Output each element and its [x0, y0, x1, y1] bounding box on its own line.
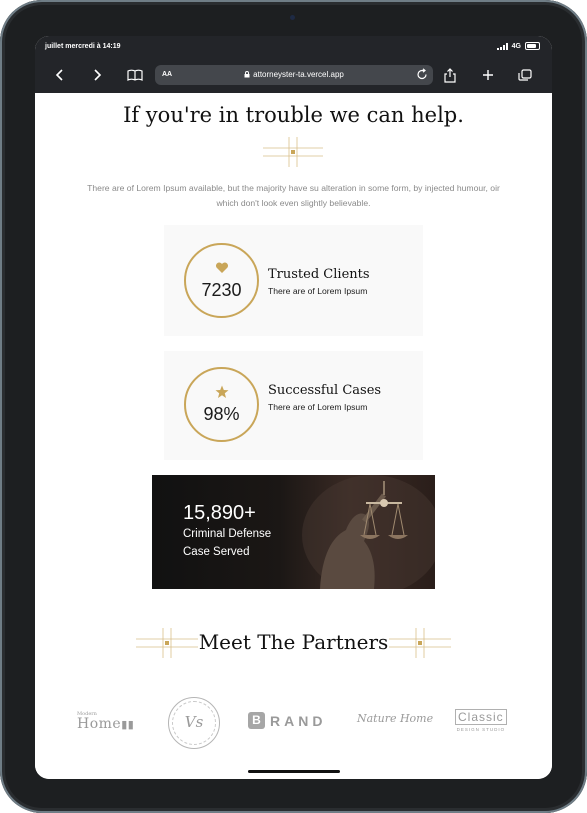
tabs-icon[interactable]: [516, 66, 534, 84]
banner-line1: Criminal Defense: [183, 528, 272, 540]
stat-circle: 7230: [184, 243, 259, 318]
back-icon[interactable]: [51, 66, 69, 84]
forward-icon[interactable]: [88, 66, 106, 84]
criminal-defense-banner: 15,890+ Criminal Defense Case Served: [152, 475, 435, 589]
status-indicators: 4G: [496, 42, 540, 50]
logo-main-text: Classic: [455, 709, 507, 725]
stat-subtitle: There are of Lorem Ipsum: [268, 286, 368, 296]
partner-logo-brand[interactable]: B RAND: [248, 712, 326, 729]
screen: juillet mercredi à 14:19 4G AA attorneys…: [35, 36, 552, 779]
share-icon[interactable]: [441, 66, 459, 84]
network-type: 4G: [511, 42, 521, 50]
logo-main-text: Home▮▮: [77, 716, 135, 732]
stat-title: Successful Cases: [268, 383, 382, 398]
section-heading: If you're in trouble we can help.: [123, 103, 464, 127]
logo-main-text: Vs: [184, 713, 204, 731]
status-bar: juillet mercredi à 14:19 4G: [35, 36, 552, 58]
lock-icon: [244, 71, 250, 78]
url-display: attorneyster-ta.vercel.app: [155, 70, 433, 79]
address-bar[interactable]: AA attorneyster-ta.vercel.app: [155, 65, 433, 85]
stat-card-successful-cases: 98% Successful Cases There are of Lorem …: [164, 351, 423, 460]
partners-heading: Meet The Partners: [198, 630, 389, 654]
intro-text: There are of Lorem Ipsum available, but …: [87, 183, 500, 208]
ornament-divider-icon: [263, 137, 323, 167]
status-time: juillet mercredi à 14:19: [45, 43, 121, 50]
tablet-frame: juillet mercredi à 14:19 4G AA attorneys…: [0, 0, 587, 813]
front-camera: [290, 15, 295, 20]
heart-icon: [186, 261, 257, 279]
stat-title: Trusted Clients: [268, 267, 370, 282]
stat-circle: 98%: [184, 367, 259, 442]
ornament-right-icon: [389, 628, 451, 658]
stat-value: 98%: [203, 404, 240, 424]
url-text: attorneyster-ta.vercel.app: [253, 70, 344, 79]
new-tab-icon[interactable]: [479, 66, 497, 84]
partner-logo-classic[interactable]: Classic DESIGN STUDIO: [455, 709, 507, 732]
banner-line2: Case Served: [183, 546, 250, 558]
partner-logo-nature-home[interactable]: Nature Home: [357, 712, 433, 725]
home-indicator[interactable]: [248, 770, 340, 773]
stat-value: 7230: [201, 280, 242, 300]
partner-logo-modern-home[interactable]: Modern Home▮▮: [77, 711, 134, 732]
bookmarks-icon[interactable]: [126, 66, 144, 84]
logo-badge: B: [248, 712, 265, 729]
battery-icon: [525, 42, 540, 50]
reload-icon[interactable]: [416, 68, 428, 83]
stat-card-trusted-clients: 7230 Trusted Clients There are of Lorem …: [164, 225, 423, 336]
stat-subtitle: There are of Lorem Ipsum: [268, 402, 368, 412]
logo-main-text: RAND: [270, 712, 327, 729]
logo-sub-text: DESIGN STUDIO: [456, 727, 506, 732]
star-icon: [186, 385, 257, 404]
banner-number: 15,890+: [183, 502, 256, 524]
logo-main-text: Nature Home: [357, 712, 434, 725]
web-content: If you're in trouble we can help. There …: [35, 93, 552, 779]
signal-icon: [496, 42, 508, 50]
partner-logo-vs[interactable]: Vs: [168, 697, 220, 749]
browser-toolbar: AA attorneyster-ta.vercel.app: [35, 58, 552, 93]
lady-justice-image: [302, 475, 435, 589]
